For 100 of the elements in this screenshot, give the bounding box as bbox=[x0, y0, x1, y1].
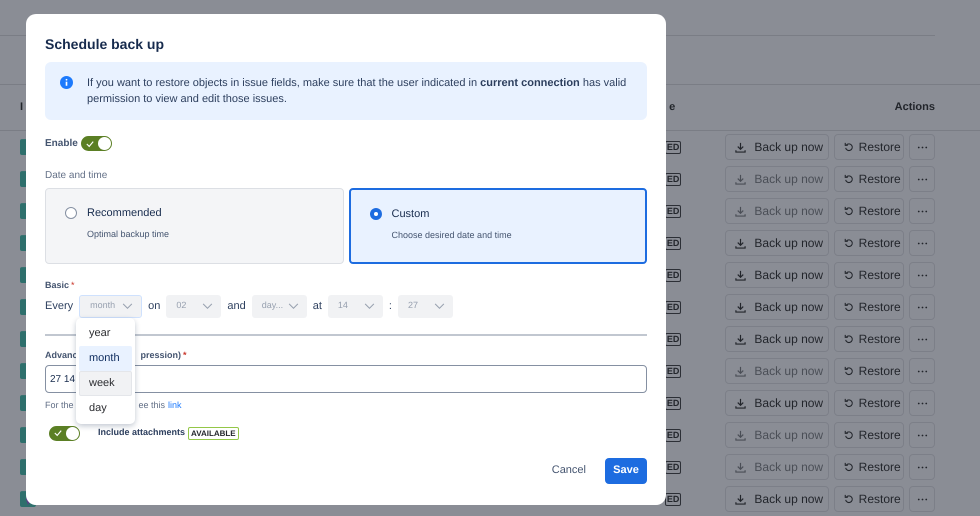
restore-button[interactable]: Restore bbox=[834, 166, 904, 192]
restore-button[interactable]: Restore bbox=[834, 390, 904, 416]
restore-button[interactable]: Restore bbox=[834, 326, 904, 352]
download-icon bbox=[735, 238, 746, 248]
select-field[interactable]: month bbox=[79, 294, 142, 318]
field-label: Advanc bbox=[45, 348, 78, 362]
back-up-now-button[interactable]: Back up now bbox=[725, 390, 829, 416]
enable-label: Enable bbox=[45, 137, 78, 151]
back-up-now-button[interactable]: Back up now bbox=[725, 230, 829, 256]
undo-icon bbox=[844, 302, 854, 312]
undo-icon bbox=[844, 206, 854, 216]
more-icon bbox=[916, 146, 929, 148]
undo-icon bbox=[844, 270, 854, 280]
help-text: For the bbox=[45, 399, 74, 412]
undo-icon bbox=[844, 366, 854, 376]
more-button[interactable] bbox=[909, 326, 935, 352]
undo-icon bbox=[844, 494, 854, 504]
dropdown-option[interactable]: day bbox=[79, 396, 132, 421]
restore-button[interactable]: Restore bbox=[834, 134, 904, 160]
more-icon bbox=[916, 434, 929, 436]
undo-icon bbox=[844, 142, 854, 152]
info-icon bbox=[60, 76, 73, 89]
more-button[interactable] bbox=[909, 422, 935, 448]
save-button[interactable]: Save bbox=[605, 458, 647, 484]
restore-button[interactable]: Restore bbox=[834, 262, 904, 288]
more-icon bbox=[916, 306, 929, 308]
download-icon bbox=[735, 270, 746, 280]
option-title: Recommended bbox=[87, 206, 162, 221]
attachments-label: Include attachments bbox=[98, 426, 186, 440]
download-icon bbox=[735, 462, 746, 472]
more-icon bbox=[916, 178, 929, 180]
chevron-down-icon bbox=[364, 302, 375, 310]
option-card[interactable]: Recommended Optimal backup time bbox=[45, 188, 344, 264]
check-icon bbox=[86, 140, 94, 148]
more-button[interactable] bbox=[909, 390, 935, 416]
more-icon bbox=[916, 210, 929, 212]
restore-button[interactable]: Restore bbox=[834, 486, 904, 512]
restore-button[interactable]: Restore bbox=[834, 198, 904, 224]
required-asterisk: * bbox=[183, 348, 187, 362]
field-label: pression) bbox=[140, 348, 182, 362]
undo-icon bbox=[844, 238, 854, 248]
select-field[interactable]: 27 bbox=[398, 294, 453, 318]
section-label: Date and time bbox=[45, 169, 108, 183]
radio-button[interactable] bbox=[370, 208, 382, 220]
undo-icon bbox=[844, 398, 854, 408]
back-up-now-button[interactable]: Back up now bbox=[725, 486, 829, 512]
download-icon bbox=[735, 174, 746, 184]
download-icon bbox=[735, 302, 746, 312]
select-field[interactable]: 02 bbox=[166, 294, 222, 318]
column-header: I bbox=[20, 100, 24, 116]
availability-badge: AVAILABLE bbox=[188, 426, 239, 440]
undo-icon bbox=[844, 430, 854, 440]
radio-button[interactable] bbox=[65, 207, 77, 220]
schedule-text: and bbox=[227, 298, 246, 314]
more-button[interactable] bbox=[909, 198, 935, 224]
schedule-text: Every bbox=[45, 298, 74, 314]
more-button[interactable] bbox=[909, 486, 935, 512]
download-icon bbox=[735, 398, 746, 408]
option-title: Custom bbox=[392, 207, 430, 222]
download-icon bbox=[735, 206, 746, 216]
download-icon bbox=[735, 366, 746, 376]
info-text: If you want to restore objects in issue fields, make sure that the user indicated in current connection has valid permission to view and edit those issues. bbox=[87, 76, 628, 107]
restore-button[interactable]: Restore bbox=[834, 422, 904, 448]
more-button[interactable] bbox=[909, 166, 935, 192]
download-icon bbox=[735, 334, 746, 344]
dropdown-option[interactable]: week bbox=[79, 371, 132, 396]
more-icon bbox=[916, 402, 929, 404]
restore-button[interactable]: Restore bbox=[834, 454, 904, 480]
schedule-text: on bbox=[148, 298, 160, 314]
more-button[interactable] bbox=[909, 358, 935, 384]
select-field[interactable]: 14 bbox=[328, 294, 383, 318]
required-asterisk: * bbox=[71, 279, 75, 292]
toggle-switch[interactable] bbox=[80, 136, 112, 151]
help-link[interactable]: link bbox=[168, 399, 182, 412]
back-up-now-button[interactable]: Back up now bbox=[725, 134, 829, 160]
option-card[interactable]: Custom Choose desired date and time bbox=[348, 188, 647, 264]
more-button[interactable] bbox=[909, 262, 935, 288]
chevron-down-icon bbox=[202, 302, 214, 310]
restore-button[interactable]: Restore bbox=[834, 230, 904, 256]
download-icon bbox=[735, 494, 746, 504]
restore-button[interactable]: Restore bbox=[834, 294, 904, 320]
back-up-now-button[interactable]: Back up now bbox=[725, 326, 829, 352]
column-header: e bbox=[669, 100, 676, 116]
more-button[interactable] bbox=[909, 454, 935, 480]
dropdown-option[interactable]: month bbox=[79, 346, 132, 371]
toggle-switch[interactable] bbox=[49, 426, 80, 440]
more-button[interactable] bbox=[909, 230, 935, 256]
undo-icon bbox=[844, 462, 854, 472]
back-up-now-button[interactable]: Back up now bbox=[725, 262, 829, 288]
dropdown-option[interactable]: year bbox=[79, 321, 132, 346]
restore-button[interactable]: Restore bbox=[834, 358, 904, 384]
check-icon bbox=[54, 429, 62, 437]
help-text: ee this bbox=[138, 399, 166, 412]
back-up-now-button[interactable]: Back up now bbox=[725, 294, 829, 320]
more-icon bbox=[916, 498, 929, 500]
more-icon bbox=[916, 338, 929, 340]
more-button[interactable] bbox=[909, 134, 935, 160]
cancel-button[interactable]: Cancel bbox=[548, 458, 590, 484]
select-field[interactable]: day... bbox=[252, 294, 307, 318]
more-button[interactable] bbox=[909, 294, 935, 320]
